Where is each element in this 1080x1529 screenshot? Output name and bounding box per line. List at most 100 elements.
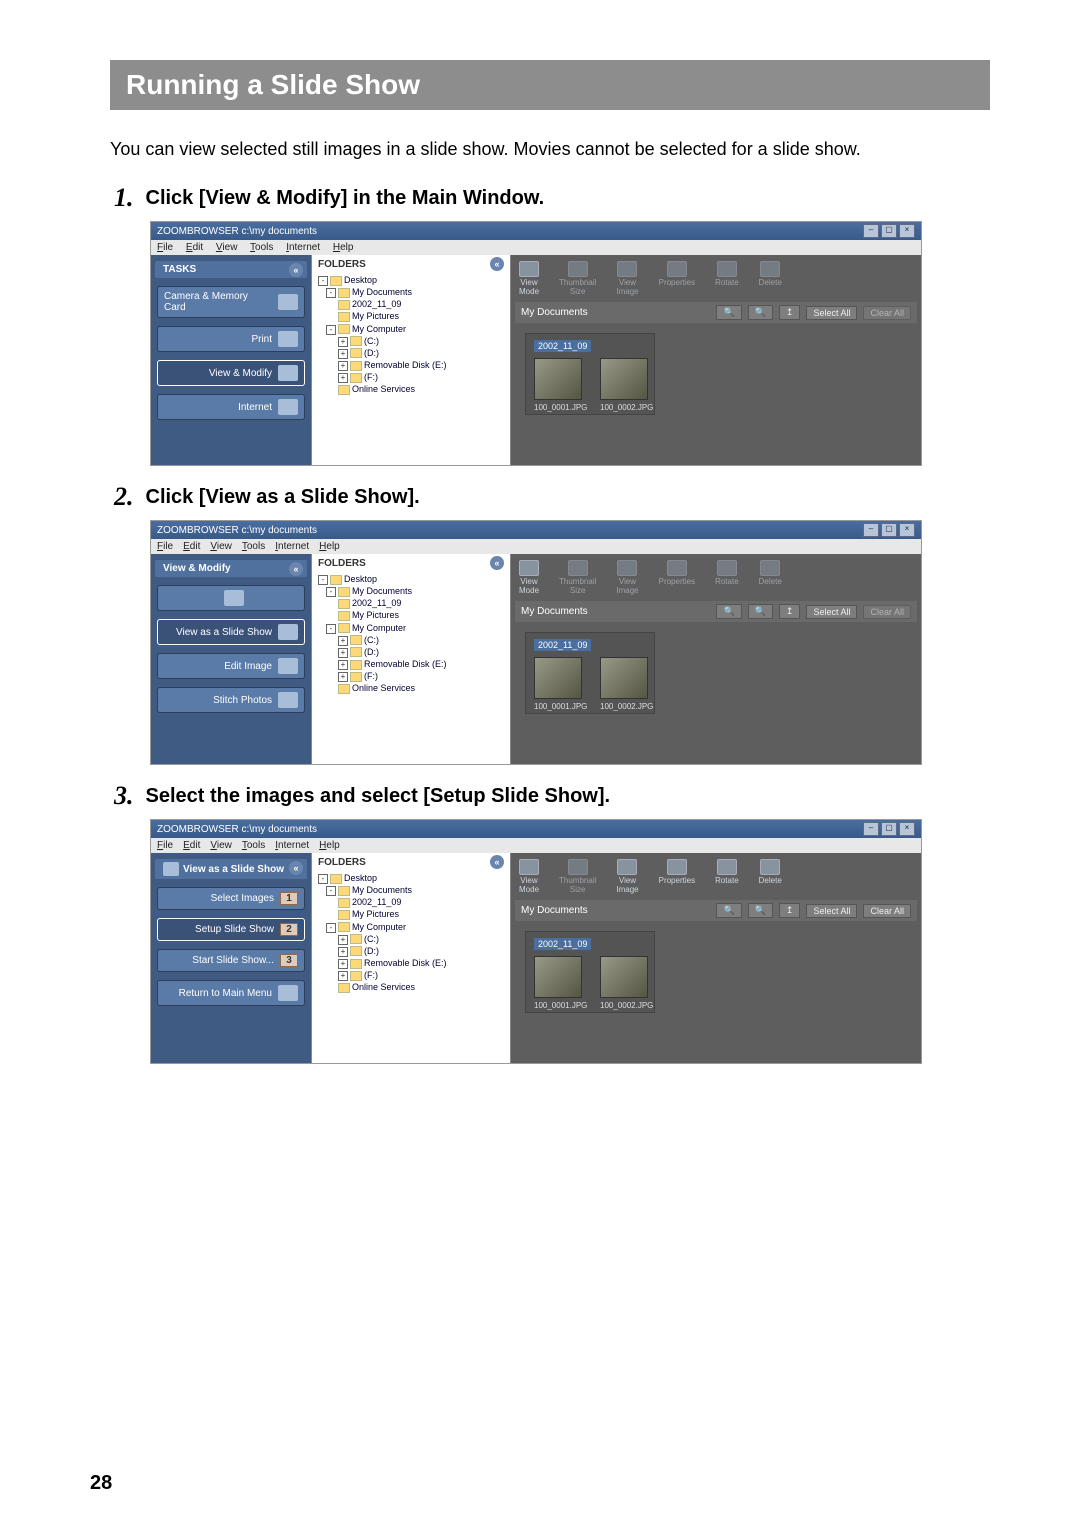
menu-file[interactable]: File <box>157 242 173 253</box>
menu-internet[interactable]: Internet <box>286 242 320 253</box>
tb-properties[interactable]: Properties <box>659 261 695 296</box>
tree-c[interactable]: (C:) <box>364 336 379 346</box>
tree-mydocs[interactable]: My Documents <box>352 287 412 297</box>
menu-edit[interactable]: Edit <box>183 541 200 552</box>
minimize-icon[interactable]: – <box>863 822 879 836</box>
task-edit-image[interactable]: Edit Image <box>157 653 305 679</box>
collapse-icon[interactable]: « <box>289 263 303 277</box>
tree-expand-icon[interactable]: + <box>338 361 348 371</box>
menu-file[interactable]: File <box>157 541 173 552</box>
select-all-button[interactable]: Select All <box>806 605 857 619</box>
task-select-images[interactable]: Select Images1 <box>157 887 305 910</box>
clear-all-button[interactable]: Clear All <box>863 605 911 619</box>
menu-help[interactable]: Help <box>333 242 354 253</box>
menu-edit[interactable]: Edit <box>186 242 203 253</box>
tree-online[interactable]: Online Services <box>352 384 415 394</box>
menu-internet[interactable]: Internet <box>275 840 309 851</box>
tb-view-image[interactable]: ViewImage <box>616 560 638 595</box>
select-all-button[interactable]: Select All <box>806 904 857 918</box>
tree-desktop[interactable]: Desktop <box>344 275 377 285</box>
minimize-icon[interactable]: – <box>863 523 879 537</box>
zoom-in-button[interactable]: 🔍 <box>716 604 741 619</box>
task-view-modify[interactable]: View & Modify <box>157 360 305 386</box>
menu-view[interactable]: View <box>216 242 238 253</box>
tb-thumbnail-size[interactable]: ThumbnailSize <box>559 261 596 296</box>
tree-expand-icon[interactable]: + <box>338 349 348 359</box>
tree-d[interactable]: (D:) <box>364 348 379 358</box>
task-return-main-menu[interactable]: Return to Main Menu <box>157 980 305 1006</box>
up-button[interactable]: ↥ <box>779 305 801 320</box>
thumbnail[interactable]: 100_0002.JPG <box>600 956 646 1010</box>
tree-date[interactable]: 2002_11_09 <box>352 299 401 309</box>
menu-view[interactable]: View <box>210 840 232 851</box>
task-internet[interactable]: Internet <box>157 394 305 420</box>
tree-e[interactable]: Removable Disk (E:) <box>364 360 447 370</box>
thumbnail[interactable]: 100_0001.JPG <box>534 956 580 1010</box>
collapse-icon[interactable]: « <box>490 556 504 570</box>
tree-mycomp[interactable]: My Computer <box>352 324 406 334</box>
task-placeholder[interactable] <box>157 585 305 611</box>
task-stitch-photos[interactable]: Stitch Photos <box>157 687 305 713</box>
task-view-slide-show[interactable]: View as a Slide Show <box>157 619 305 645</box>
thumbnail[interactable]: 100_0001.JPG <box>534 657 580 711</box>
maximize-icon[interactable]: ▢ <box>881 822 897 836</box>
tree-expand-icon[interactable]: + <box>338 373 348 383</box>
menu-help[interactable]: Help <box>319 541 340 552</box>
menu-tools[interactable]: Tools <box>242 840 265 851</box>
zoom-out-button[interactable]: 🔍 <box>748 604 773 619</box>
maximize-icon[interactable]: ▢ <box>881 523 897 537</box>
tb-view-mode[interactable]: ViewMode <box>519 560 539 595</box>
collapse-icon[interactable]: « <box>490 855 504 869</box>
collapse-icon[interactable]: « <box>289 562 303 576</box>
tb-rotate[interactable]: Rotate <box>715 560 739 595</box>
collapse-icon[interactable]: « <box>289 861 303 875</box>
thumbnail[interactable]: 100_0002.JPG <box>600 657 646 711</box>
tb-rotate[interactable]: Rotate <box>715 859 739 894</box>
task-setup-slide-show[interactable]: Setup Slide Show2 <box>157 918 305 941</box>
task-start-slide-show[interactable]: Start Slide Show...3 <box>157 949 305 972</box>
zoom-out-button[interactable]: 🔍 <box>748 903 773 918</box>
zoom-in-button[interactable]: 🔍 <box>716 305 741 320</box>
collapse-icon[interactable]: « <box>490 257 504 271</box>
tree-collapse-icon[interactable]: - <box>326 325 336 335</box>
tb-delete[interactable]: Delete <box>759 859 782 894</box>
tb-properties[interactable]: Properties <box>659 859 695 894</box>
tb-delete[interactable]: Delete <box>759 560 782 595</box>
select-all-button[interactable]: Select All <box>806 306 857 320</box>
zoom-in-button[interactable]: 🔍 <box>716 903 741 918</box>
clear-all-button[interactable]: Clear All <box>863 904 911 918</box>
menu-tools[interactable]: Tools <box>242 541 265 552</box>
close-icon[interactable]: × <box>899 822 915 836</box>
tree-mypics[interactable]: My Pictures <box>352 311 399 321</box>
minimize-icon[interactable]: – <box>863 224 879 238</box>
tree-collapse-icon[interactable]: - <box>326 288 336 298</box>
menu-tools[interactable]: Tools <box>250 242 273 253</box>
tree-f[interactable]: (F:) <box>364 372 378 382</box>
task-print[interactable]: Print <box>157 326 305 352</box>
tb-view-image[interactable]: ViewImage <box>616 859 638 894</box>
maximize-icon[interactable]: ▢ <box>881 224 897 238</box>
tb-view-image[interactable]: ViewImage <box>616 261 638 296</box>
up-button[interactable]: ↥ <box>779 604 801 619</box>
tb-delete[interactable]: Delete <box>759 261 782 296</box>
thumbnail[interactable]: 100_0002.JPG <box>600 358 646 412</box>
menu-help[interactable]: Help <box>319 840 340 851</box>
menu-view[interactable]: View <box>210 541 232 552</box>
tree-expand-icon[interactable]: + <box>338 337 348 347</box>
menu-file[interactable]: File <box>157 840 173 851</box>
thumbnail[interactable]: 100_0001.JPG <box>534 358 580 412</box>
menu-internet[interactable]: Internet <box>275 541 309 552</box>
up-button[interactable]: ↥ <box>779 903 801 918</box>
close-icon[interactable]: × <box>899 224 915 238</box>
clear-all-button[interactable]: Clear All <box>863 306 911 320</box>
task-camera[interactable]: Camera & Memory Card <box>157 286 305 318</box>
close-icon[interactable]: × <box>899 523 915 537</box>
tb-view-mode[interactable]: ViewMode <box>519 261 539 296</box>
tree-collapse-icon[interactable]: - <box>318 276 328 286</box>
menu-edit[interactable]: Edit <box>183 840 200 851</box>
tb-thumbnail-size[interactable]: ThumbnailSize <box>559 859 596 894</box>
tb-properties[interactable]: Properties <box>659 560 695 595</box>
tb-thumbnail-size[interactable]: ThumbnailSize <box>559 560 596 595</box>
zoom-out-button[interactable]: 🔍 <box>748 305 773 320</box>
tb-view-mode[interactable]: ViewMode <box>519 859 539 894</box>
